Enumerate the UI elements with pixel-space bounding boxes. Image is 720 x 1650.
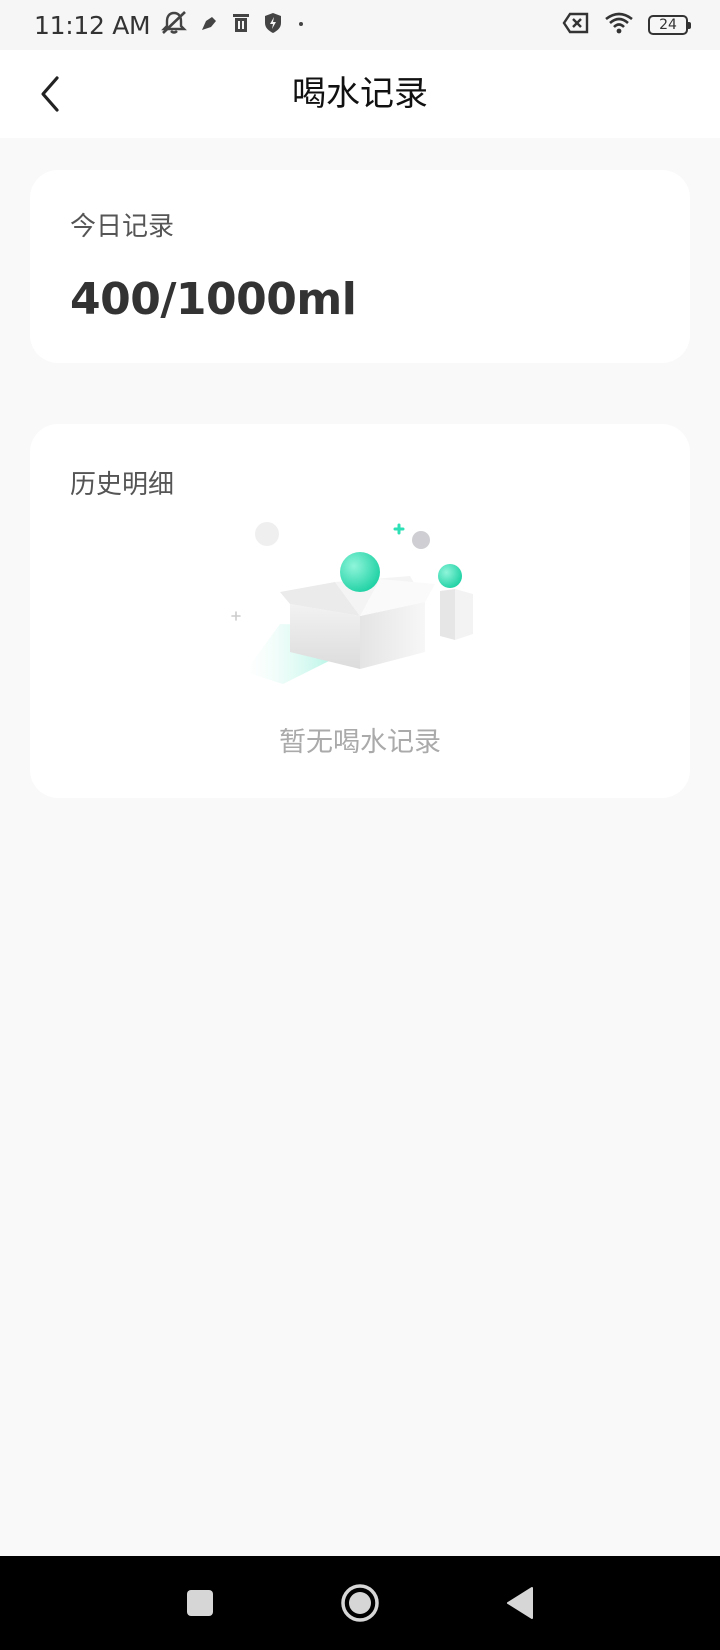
status-time: 11:12 AM xyxy=(34,10,151,40)
pen-icon xyxy=(198,12,220,38)
page-title: 喝水记录 xyxy=(292,74,428,114)
battery-level: 24 xyxy=(659,17,677,33)
trash-icon xyxy=(230,11,252,39)
dot-icon xyxy=(294,16,308,35)
empty-state-text: 暂无喝水记录 xyxy=(279,727,441,758)
empty-box-illustration xyxy=(231,522,473,684)
back-button[interactable] xyxy=(26,70,74,118)
recents-button[interactable] xyxy=(175,1578,225,1628)
recents-square-icon xyxy=(187,1590,213,1616)
status-left: 11:12 AM xyxy=(34,10,308,40)
back-nav-button[interactable] xyxy=(495,1578,545,1628)
home-button[interactable] xyxy=(335,1578,385,1628)
shield-icon xyxy=(262,11,284,39)
history-detail-label: 历史明细 xyxy=(70,470,175,500)
status-bar: 11:12 AM 24 xyxy=(0,0,720,50)
today-record-label: 今日记录 xyxy=(70,212,175,242)
chevron-left-icon xyxy=(41,76,59,112)
today-intake-value: 400/1000ml xyxy=(70,274,357,325)
history-detail-card: 历史明细 暂无喝水记录 xyxy=(30,424,690,798)
screen: 11:12 AM 24 喝水记录 今日记录 400/1000ml 历史明细 暂无… xyxy=(0,0,720,1650)
battery-icon: 24 xyxy=(648,15,691,35)
status-right: 24 xyxy=(562,11,691,39)
app-header: 喝水记录 xyxy=(0,50,720,138)
sim-off-icon xyxy=(562,12,590,38)
mute-bell-icon xyxy=(160,10,188,40)
today-record-card: 今日记录 400/1000ml xyxy=(30,170,690,363)
wifi-icon xyxy=(604,11,634,39)
home-circle-icon xyxy=(341,1584,379,1622)
system-nav-bar xyxy=(0,1556,720,1650)
status-notification-icons xyxy=(160,10,308,40)
back-triangle-icon xyxy=(507,1587,533,1619)
